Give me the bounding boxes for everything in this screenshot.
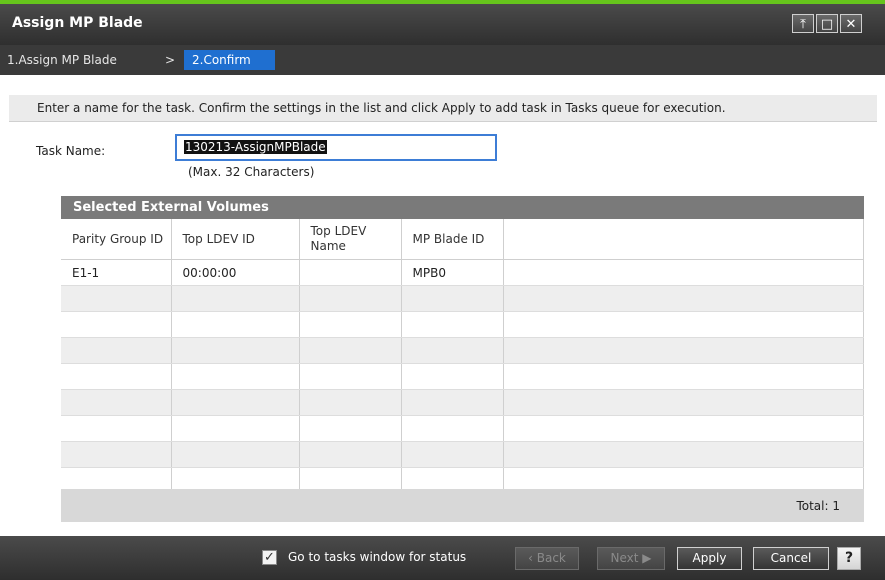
help-icon[interactable]: ?	[837, 547, 861, 570]
cell-mp-blade-id: MPB0	[401, 259, 504, 286]
empty-row	[61, 415, 864, 442]
next-button[interactable]: Next ▶	[597, 547, 665, 570]
cell-parity-group-id: E1-1	[61, 259, 172, 286]
empty-row	[61, 337, 864, 364]
total-count: Total: 1	[796, 499, 840, 513]
breadcrumb: 1.Assign MP Blade > 2.Confirm	[0, 45, 885, 75]
window-title: Assign MP Blade	[12, 15, 143, 31]
breadcrumb-separator: >	[165, 53, 176, 67]
breadcrumb-step-assign[interactable]: 1.Assign MP Blade	[7, 53, 117, 67]
empty-row	[61, 389, 864, 416]
empty-row	[61, 363, 864, 390]
back-button[interactable]: ‹ Back	[515, 547, 579, 570]
empty-row	[61, 311, 864, 338]
total-value: 1	[832, 499, 840, 513]
task-name-value: 130213-AssignMPBlade	[184, 140, 327, 154]
maximize-icon[interactable]: □	[816, 14, 838, 33]
table-row[interactable]: E1-1 00:00:00 MPB0	[61, 259, 864, 286]
volumes-table: Parity Group ID Top LDEV ID Top LDEV Nam…	[61, 219, 864, 494]
cell-top-ldev-name	[299, 259, 402, 286]
spacer	[0, 75, 885, 95]
chevron-right-icon: ▶	[642, 551, 652, 565]
back-button-label: Back	[536, 551, 566, 565]
selected-volumes-panel: Selected External Volumes Parity Group I…	[61, 196, 864, 522]
task-name-hint: (Max. 32 Characters)	[188, 165, 315, 179]
panel-title: Selected External Volumes	[61, 196, 864, 219]
cancel-button[interactable]: Cancel	[753, 547, 829, 570]
chevron-left-icon: ‹	[528, 551, 533, 565]
pin-icon[interactable]: ⤒	[792, 14, 814, 33]
column-header-filler	[503, 219, 864, 260]
go-to-tasks-checkbox[interactable]: ✓	[262, 550, 277, 565]
task-name-input[interactable]: 130213-AssignMPBlade	[175, 134, 497, 161]
column-header-parity-group-id[interactable]: Parity Group ID	[61, 219, 172, 260]
empty-row	[61, 285, 864, 312]
footer-bar: ✓ Go to tasks window for status ‹ Back N…	[0, 536, 885, 580]
table-header-row: Parity Group ID Top LDEV ID Top LDEV Nam…	[61, 219, 864, 260]
task-name-label: Task Name:	[36, 144, 106, 158]
column-header-top-ldev-id[interactable]: Top LDEV ID	[171, 219, 300, 260]
next-button-label: Next	[610, 551, 639, 565]
go-to-tasks-label[interactable]: Go to tasks window for status	[288, 550, 466, 564]
empty-row	[61, 441, 864, 468]
apply-button[interactable]: Apply	[677, 547, 742, 570]
close-icon[interactable]: ✕	[840, 14, 862, 33]
column-header-top-ldev-name[interactable]: Top LDEV Name	[299, 219, 402, 260]
total-label: Total:	[796, 499, 829, 513]
column-header-mp-blade-id[interactable]: MP Blade ID	[401, 219, 504, 260]
instruction-text: Enter a name for the task. Confirm the s…	[37, 101, 726, 115]
breadcrumb-step-confirm: 2.Confirm	[184, 50, 275, 70]
title-bar: Assign MP Blade ⤒ □ ✕	[0, 4, 885, 45]
cell-filler	[503, 259, 864, 286]
cell-top-ldev-id: 00:00:00	[171, 259, 300, 286]
instruction-bar: Enter a name for the task. Confirm the s…	[9, 95, 877, 122]
total-bar: Total: 1	[61, 489, 864, 522]
